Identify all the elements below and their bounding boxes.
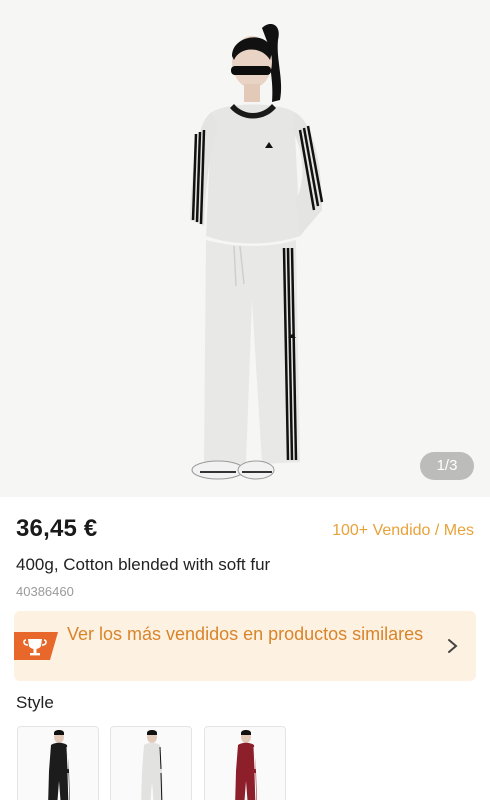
model-illustration — [190, 24, 324, 480]
product-title: 400g, Cotton blended with soft fur — [16, 555, 271, 574]
style-label: Style — [16, 693, 54, 712]
style-option-black[interactable] — [17, 726, 99, 800]
style-option-light-grey[interactable] — [110, 726, 192, 800]
price: 36,45 € — [16, 515, 98, 542]
trophy-icon — [14, 632, 60, 660]
style-thumbnail-burgundy — [235, 730, 257, 800]
style-option-burgundy[interactable] — [204, 726, 286, 800]
style-thumbnail-light-grey — [141, 730, 163, 800]
best-sellers-text: Ver los más vendidos en productos simila… — [67, 624, 424, 644]
sold-count: 100+ Vendido / Mes — [332, 522, 474, 539]
style-thumbnail-black — [48, 730, 70, 800]
best-sellers-banner[interactable]: Ver los más vendidos en productos simila… — [14, 611, 476, 681]
product-id: 40386460 — [16, 584, 74, 599]
chevron-right-icon — [446, 636, 460, 656]
product-image[interactable]: 1/3 — [0, 0, 490, 497]
image-counter: 1/3 — [420, 452, 474, 480]
